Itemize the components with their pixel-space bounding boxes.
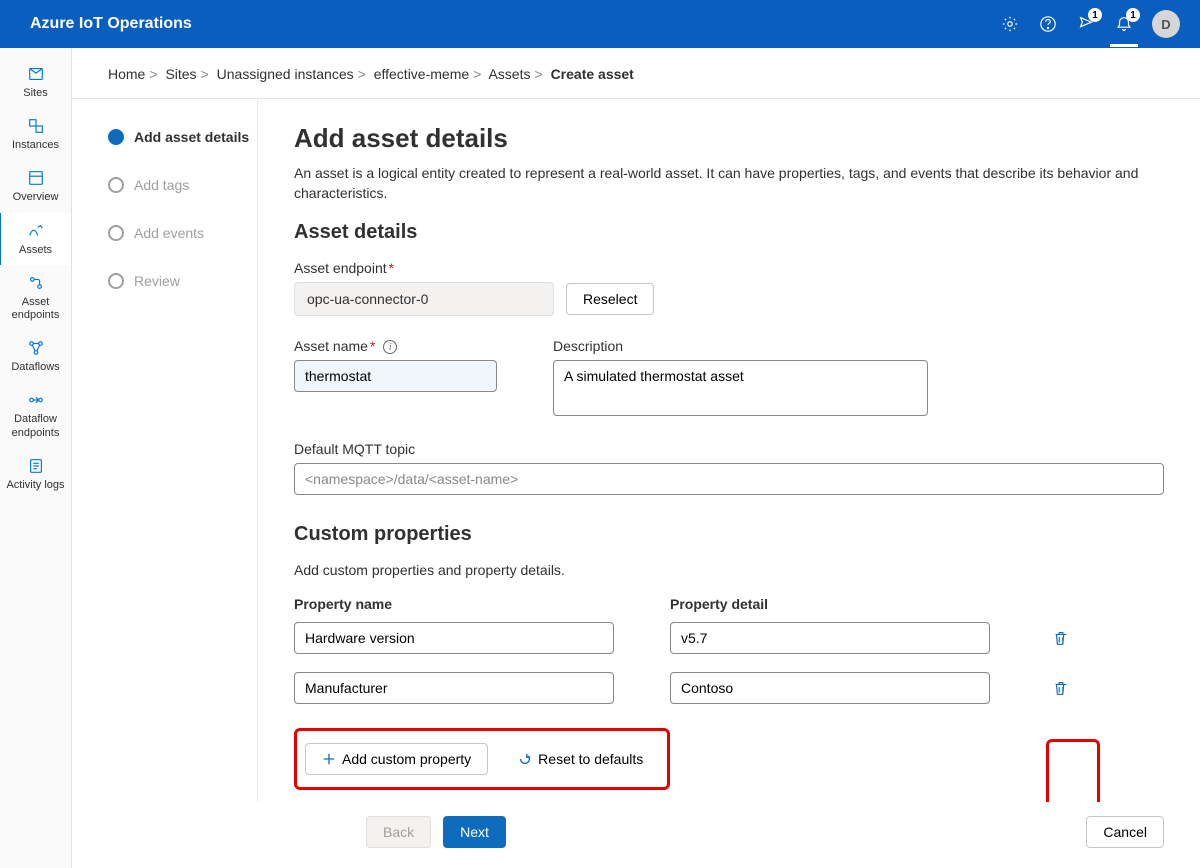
highlight-box-delete [1046,739,1100,802]
sidebar-item-dataflows[interactable]: Dataflows [0,330,71,382]
col-property-detail: Property detail [670,596,990,612]
asset-endpoint-label: Asset endpoint* [294,260,1164,276]
feedback-icon[interactable]: 1 [1076,14,1096,34]
cancel-button[interactable]: Cancel [1086,816,1164,848]
dataflows-icon [26,338,46,358]
breadcrumb-link[interactable]: Unassigned instances [217,66,354,82]
page-title: Add asset details [294,123,1164,154]
sidebar-label: Asset endpoints [4,296,67,322]
sidebar-item-overview[interactable]: Overview [0,160,71,212]
top-header: Azure IoT Operations 1 1 D [0,0,1200,48]
app-title: Azure IoT Operations [30,15,192,33]
asset-name-input[interactable] [294,360,497,392]
assets-icon [26,221,46,241]
main-panel: Add asset details An asset is a logical … [258,99,1200,802]
property-name-input[interactable] [294,622,614,654]
sidebar-item-assets[interactable]: Assets [0,213,71,265]
sidebar-item-asset-endpoints[interactable]: Asset endpoints [0,265,71,330]
custom-props-subtitle: Add custom properties and property detai… [294,562,1164,578]
page-description: An asset is a logical entity created to … [294,164,1164,203]
sidebar-item-instances[interactable]: Instances [0,108,71,160]
dataflow-endpoints-icon [26,390,46,410]
back-button: Back [366,816,431,848]
custom-props-table: Property name Property detail [294,596,1164,704]
reset-defaults-button[interactable]: Reset to defaults [502,743,659,775]
highlight-box-actions: Add custom property Reset to defaults [294,728,670,790]
asset-details-title: Asset details [294,221,1164,244]
breadcrumb-link[interactable]: effective-meme [374,66,469,82]
header-actions: 1 1 D [1000,10,1180,38]
col-property-name: Property name [294,596,614,612]
instances-icon [26,116,46,136]
breadcrumb-link[interactable]: Assets [488,66,530,82]
reselect-button[interactable]: Reselect [566,283,654,315]
asset-name-label: Asset name* i [294,338,497,354]
notifications-icon[interactable]: 1 [1114,14,1134,34]
property-row [294,672,1164,704]
breadcrumb-link[interactable]: Sites [165,66,196,82]
next-button[interactable]: Next [443,816,506,848]
sidebar-item-sites[interactable]: Sites [0,56,71,108]
overview-icon [26,168,46,188]
mqtt-label: Default MQTT topic [294,441,1164,457]
feedback-badge: 1 [1088,8,1102,22]
left-sidebar: Sites Instances Overview Assets Asset en… [0,48,72,868]
wizard-step-review[interactable]: Review [108,273,257,289]
sidebar-label: Overview [13,191,59,204]
wizard-footer: Back Next Cancel [72,802,1200,868]
breadcrumb: Home> Sites> Unassigned instances> effec… [72,48,1200,99]
help-icon[interactable] [1038,14,1058,34]
sidebar-label: Dataflows [11,361,59,374]
wizard-nav: Add asset details Add tags Add events Re… [72,99,258,802]
property-detail-input[interactable] [670,622,990,654]
property-detail-input[interactable] [670,672,990,704]
sites-icon [26,64,46,84]
property-name-input[interactable] [294,672,614,704]
sidebar-item-dataflow-endpoints[interactable]: Dataflow endpoints [0,382,71,447]
user-avatar[interactable]: D [1152,10,1180,38]
activity-logs-icon [26,456,46,476]
description-input[interactable] [553,360,928,416]
sidebar-item-activity-logs[interactable]: Activity logs [0,448,71,500]
sidebar-label: Dataflow endpoints [4,413,67,439]
breadcrumb-current: Create asset [551,66,634,82]
sidebar-label: Activity logs [6,479,64,492]
sidebar-label: Instances [12,139,59,152]
asset-endpoints-icon [26,273,46,293]
property-row [294,622,1164,654]
delete-icon[interactable] [1046,673,1076,703]
sidebar-label: Sites [23,87,47,100]
wizard-step-details[interactable]: Add asset details [108,129,257,145]
mqtt-topic-input[interactable] [294,463,1164,495]
notifications-badge: 1 [1126,8,1140,22]
breadcrumb-link[interactable]: Home [108,66,145,82]
info-icon[interactable]: i [383,340,397,354]
wizard-step-tags[interactable]: Add tags [108,177,257,193]
asset-endpoint-value: opc-ua-connector-0 [294,282,554,316]
wizard-step-events[interactable]: Add events [108,225,257,241]
sidebar-label: Assets [19,244,52,257]
delete-icon[interactable] [1046,623,1076,653]
description-label: Description [553,338,928,354]
add-custom-property-button[interactable]: Add custom property [305,743,488,775]
settings-icon[interactable] [1000,14,1020,34]
custom-props-title: Custom properties [294,523,1164,546]
